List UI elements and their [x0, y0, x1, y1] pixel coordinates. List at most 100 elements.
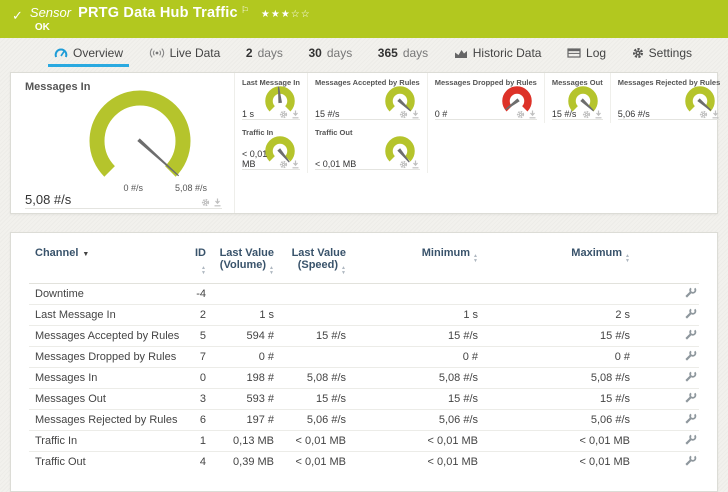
cell-actions — [636, 410, 699, 431]
tab-label: days — [403, 46, 428, 60]
cell-max: < 0,01 MB — [484, 431, 636, 452]
cell-max: 15 #/s — [484, 389, 636, 410]
cell-channel: Messages In — [29, 368, 182, 389]
tab-overview[interactable]: Overview — [48, 38, 129, 67]
log-icon — [567, 47, 581, 59]
cell-min — [352, 284, 484, 305]
download-icon[interactable] — [213, 198, 222, 207]
tab-settings[interactable]: Settings — [626, 38, 698, 67]
priority-stars[interactable]: ★★★☆☆ — [261, 9, 311, 20]
cell-max: < 0,01 MB — [484, 452, 636, 473]
gear-small-icon[interactable] — [399, 160, 408, 169]
tab-2-days[interactable]: 2days — [240, 38, 289, 67]
cell-volume: 0 # — [212, 347, 280, 368]
wrench-icon[interactable] — [684, 454, 697, 467]
wrench-icon[interactable] — [684, 286, 697, 299]
cell-actions — [636, 326, 699, 347]
download-small-icon[interactable] — [711, 110, 720, 119]
gear-small-icon[interactable] — [279, 110, 288, 119]
cell-id: 1 — [182, 431, 212, 452]
col-last-value-speed[interactable]: Last Value (Speed)▲▼ — [280, 245, 352, 284]
cell-channel: Traffic Out — [29, 452, 182, 473]
col-channel[interactable]: Channel▼ — [29, 245, 182, 284]
cell-actions — [636, 305, 699, 326]
wrench-icon[interactable] — [684, 349, 697, 362]
wrench-icon[interactable] — [684, 307, 697, 320]
tab-log[interactable]: Log — [561, 38, 612, 67]
cell-channel: Last Message In — [29, 305, 182, 326]
gauge-footer: 0 # — [435, 107, 537, 120]
tab-365-days[interactable]: 365days — [372, 38, 434, 67]
gauge-last-message-in: Last Message In1 s — [235, 73, 308, 123]
col-last-value-volume[interactable]: Last Value (Volume)▲▼ — [212, 245, 280, 284]
gauge-footer: 15 #/s — [315, 107, 420, 120]
sensor-header-bar: ✓ Sensor PRTG Data Hub Traffic ⚐ ★★★☆☆ O… — [0, 0, 728, 38]
col-maximum[interactable]: Maximum▲▼ — [484, 245, 636, 284]
cell-min: 15 #/s — [352, 389, 484, 410]
tab-30-days[interactable]: 30days — [303, 38, 359, 67]
download-small-icon[interactable] — [411, 160, 420, 169]
tab-label: days — [258, 46, 283, 60]
cell-channel: Traffic In — [29, 431, 182, 452]
gauge-value: < 0,01 MB — [242, 149, 279, 169]
table-row: Messages Out3593 #15 #/s15 #/s15 #/s — [29, 389, 699, 410]
col-id[interactable]: ID▲▼ — [182, 245, 212, 284]
cell-id: 5 — [182, 326, 212, 347]
gear-small-icon[interactable] — [516, 110, 525, 119]
sort-icon: ▲▼ — [269, 266, 274, 275]
cell-max: 15 #/s — [484, 326, 636, 347]
gear-small-icon[interactable] — [399, 110, 408, 119]
download-small-icon[interactable] — [528, 110, 537, 119]
ok-check-icon: ✓ — [12, 8, 23, 38]
cell-actions — [636, 431, 699, 452]
cell-min: 1 s — [352, 305, 484, 326]
gear-small-icon[interactable] — [582, 110, 591, 119]
cell-speed — [280, 284, 352, 305]
gauge-value: 15 #/s — [315, 109, 340, 119]
gauge-value: 5,06 #/s — [618, 109, 650, 119]
gear-small-icon[interactable] — [699, 110, 708, 119]
gear-icon[interactable] — [201, 198, 210, 207]
wrench-icon[interactable] — [684, 433, 697, 446]
main-gauge-footer: 5,08 #/s — [25, 192, 222, 209]
channel-table-panel: Channel▼ ID▲▼ Last Value (Volume)▲▼ Last… — [10, 232, 718, 492]
gauge-messages-dropped-by-rules: Messages Dropped by Rules0 # — [428, 73, 545, 123]
cell-channel: Messages Dropped by Rules — [29, 347, 182, 368]
sort-icon: ▲▼ — [201, 266, 206, 275]
gear-small-icon[interactable] — [279, 160, 288, 169]
channel-table-body: Downtime-4Last Message In21 s1 s2 sMessa… — [29, 284, 699, 473]
gauge-icon — [54, 47, 68, 59]
wrench-icon[interactable] — [684, 391, 697, 404]
cell-id: 2 — [182, 305, 212, 326]
table-row: Last Message In21 s1 s2 s — [29, 305, 699, 326]
col-minimum[interactable]: Minimum▲▼ — [352, 245, 484, 284]
cell-speed: 15 #/s — [280, 326, 352, 347]
gauge-footer: < 0,01 MB — [315, 157, 420, 170]
cell-max: 5,06 #/s — [484, 410, 636, 431]
wrench-icon[interactable] — [684, 412, 697, 425]
tab-number: 30 — [309, 46, 322, 60]
col-actions — [636, 245, 699, 284]
download-small-icon[interactable] — [594, 110, 603, 119]
gauge-footer: < 0,01 MB — [242, 157, 300, 170]
cell-id: 6 — [182, 410, 212, 431]
cell-id: 4 — [182, 452, 212, 473]
sort-icon: ▲▼ — [473, 254, 478, 263]
download-small-icon[interactable] — [291, 160, 300, 169]
tab-live-data[interactable]: Live Data — [143, 38, 227, 67]
download-small-icon[interactable] — [411, 110, 420, 119]
wrench-icon[interactable] — [684, 370, 697, 383]
tab-bar: OverviewLive Data2days30days365daysHisto… — [0, 38, 728, 67]
download-small-icon[interactable] — [291, 110, 300, 119]
tab-historic-data[interactable]: Historic Data — [448, 38, 548, 67]
wrench-icon[interactable] — [684, 328, 697, 341]
gear-icon — [632, 47, 644, 59]
sort-icon: ▲▼ — [341, 266, 346, 275]
object-kind-label: Sensor — [30, 5, 71, 20]
tab-label: Live Data — [170, 46, 221, 60]
cell-volume: 0,39 MB — [212, 452, 280, 473]
cell-channel: Messages Accepted by Rules — [29, 326, 182, 347]
gauge-value: 15 #/s — [552, 109, 577, 119]
tab-label: Historic Data — [473, 46, 542, 60]
broadcast-icon — [149, 47, 165, 59]
